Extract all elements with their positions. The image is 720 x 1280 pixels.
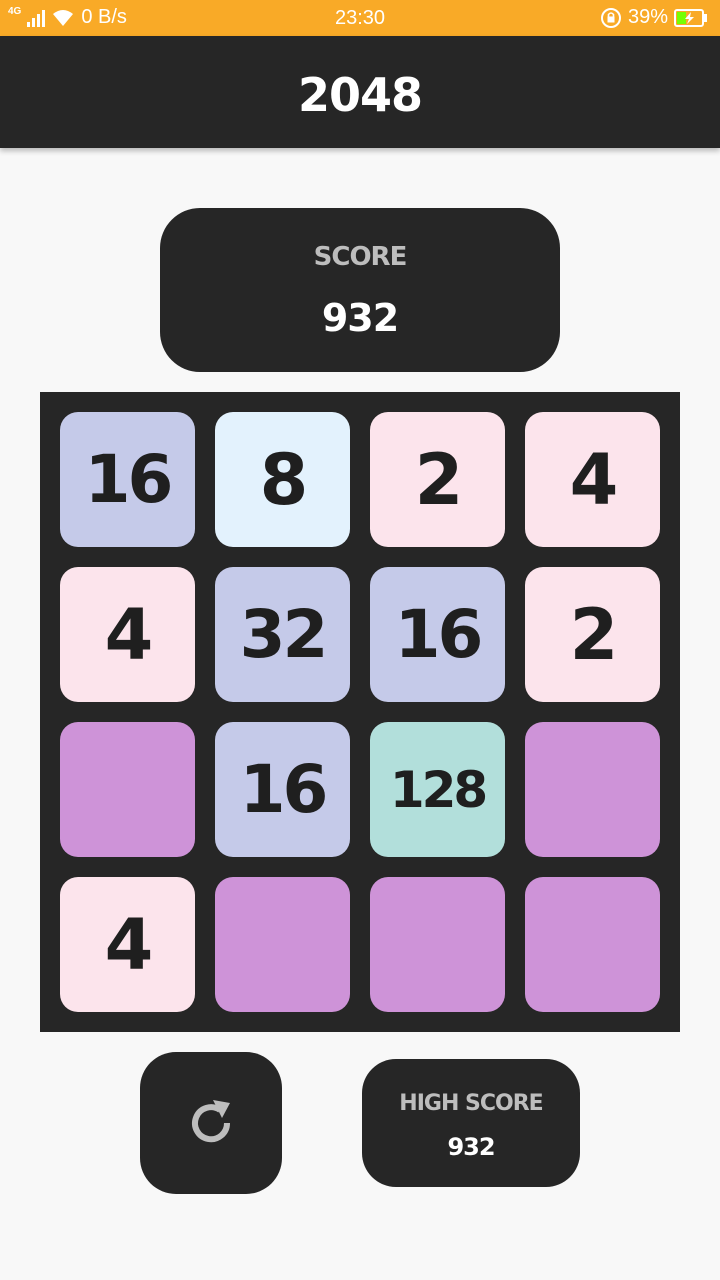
- empty-tile: [370, 877, 505, 1012]
- tile-32: 32: [215, 567, 350, 702]
- empty-tile: [525, 722, 660, 857]
- battery-charging-icon: [674, 8, 707, 27]
- score-box: SCORE 932: [160, 208, 560, 372]
- tile-128: 128: [370, 722, 505, 857]
- empty-tile: [215, 877, 350, 1012]
- tile-16: 16: [370, 567, 505, 702]
- tile-4: 4: [60, 567, 195, 702]
- tile-16: 16: [215, 722, 350, 857]
- battery-percent: 39%: [627, 6, 668, 28]
- status-right: 39%: [600, 6, 708, 29]
- tile-8: 8: [215, 412, 350, 547]
- tile-4: 4: [525, 412, 660, 547]
- tile-2: 2: [525, 567, 660, 702]
- app-bar: 2048: [0, 36, 720, 148]
- high-score-box: HIGH SCORE 932: [362, 1059, 580, 1187]
- score-value: 932: [321, 296, 399, 340]
- empty-tile: [60, 722, 195, 857]
- refresh-icon: [192, 1100, 231, 1143]
- rotation-lock-icon: [600, 7, 621, 28]
- high-score-label: HIGH SCORE: [399, 1091, 543, 1116]
- score-label: SCORE: [313, 242, 408, 272]
- status-bar: 4G 0 B/s 23:30 39%: [0, 0, 720, 36]
- tile-2: 2: [370, 412, 505, 547]
- tile-16: 16: [60, 412, 195, 547]
- restart-button[interactable]: [140, 1052, 282, 1194]
- game-board[interactable]: 16 8 2 4 4 32 16 2 16 128 4: [40, 392, 680, 1032]
- empty-tile: [525, 877, 660, 1012]
- tile-4: 4: [60, 877, 195, 1012]
- high-score-value: 932: [447, 1133, 495, 1161]
- app-title: 2048: [297, 68, 423, 122]
